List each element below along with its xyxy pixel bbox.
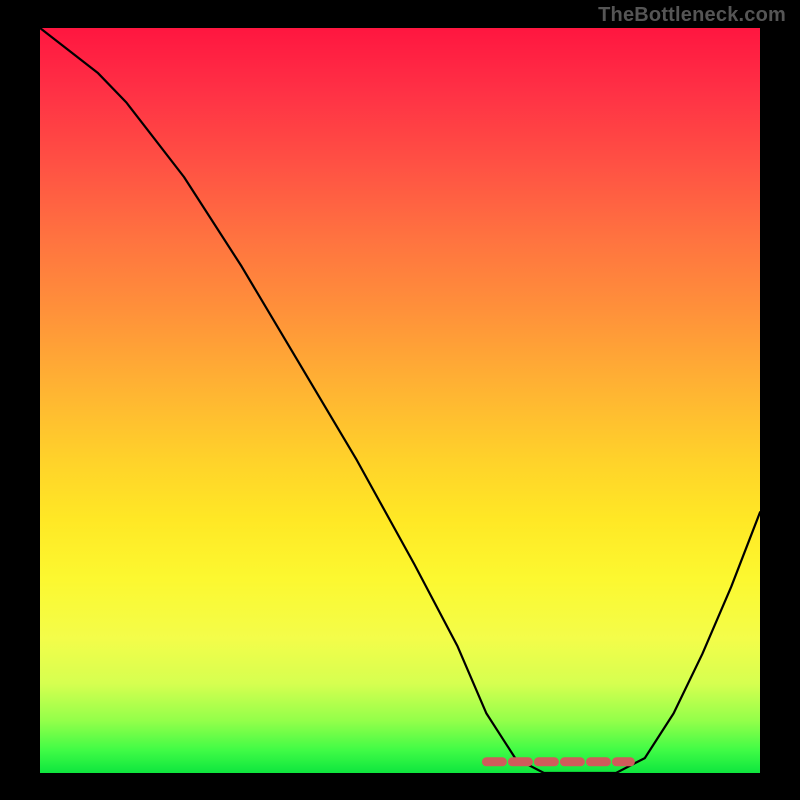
curve-svg [40, 28, 760, 773]
watermark-text: TheBottleneck.com [598, 4, 786, 27]
chart-frame: TheBottleneck.com [0, 0, 800, 800]
plot-area [40, 28, 760, 773]
bottleneck-curve-path [40, 28, 760, 773]
